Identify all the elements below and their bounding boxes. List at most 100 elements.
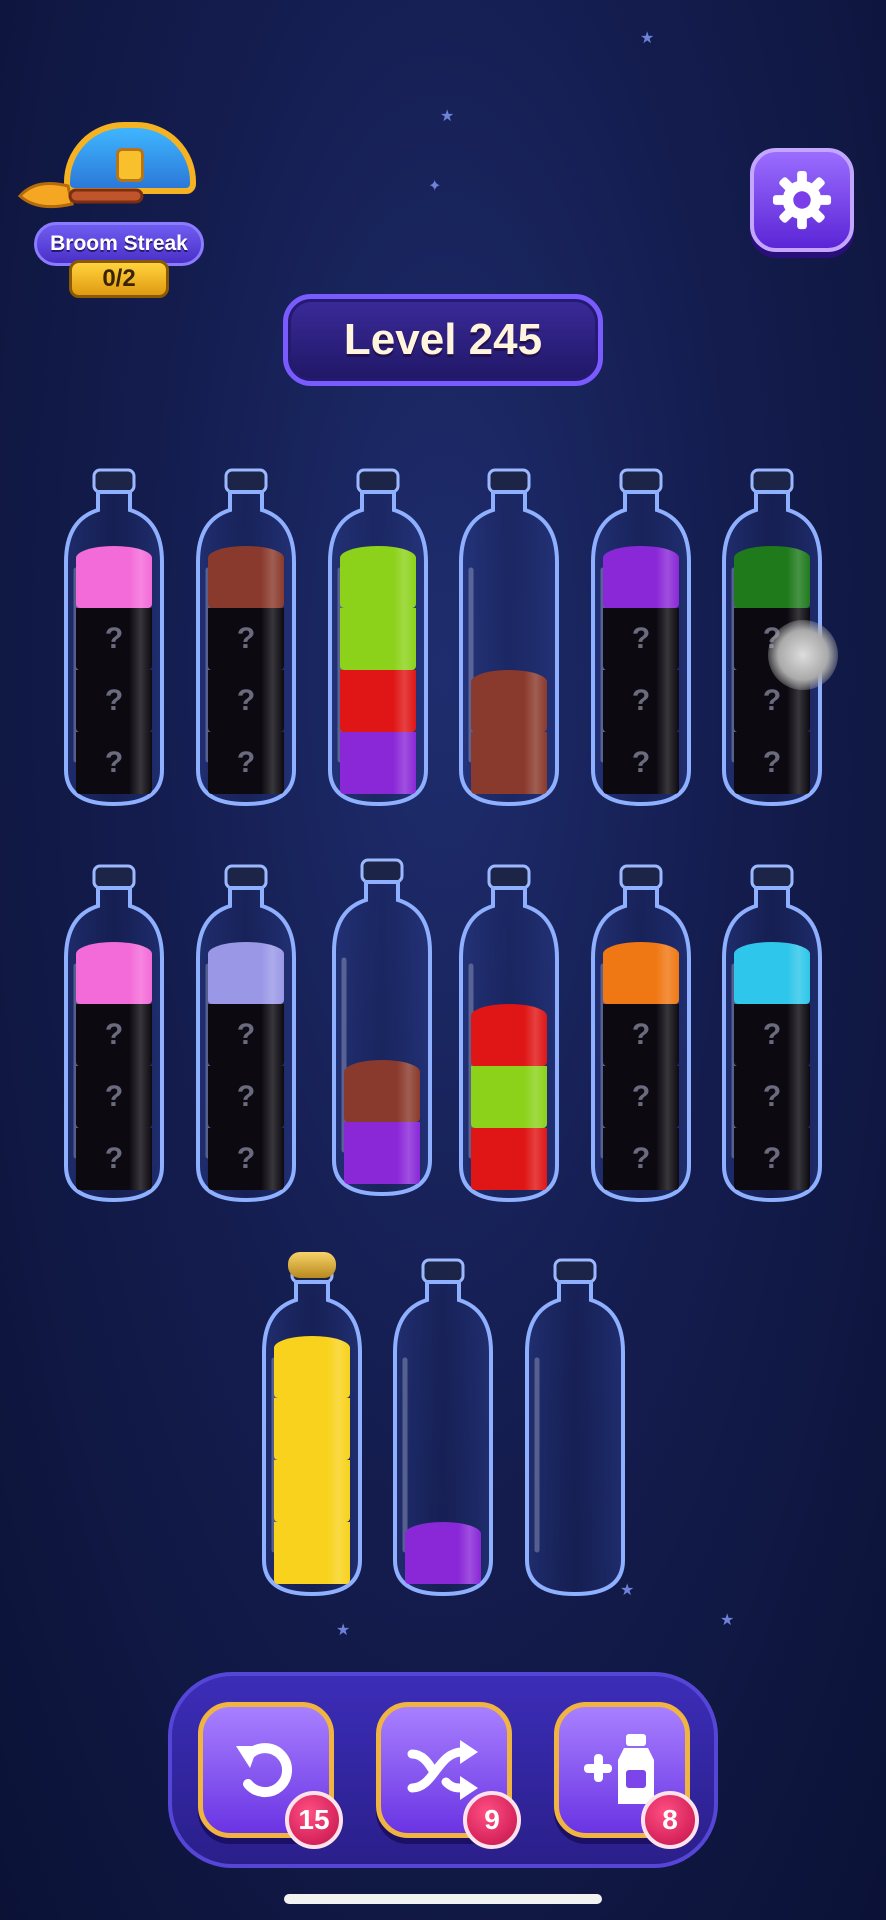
hidden-liquid-segment: ? [603, 732, 679, 794]
liquid-segment-lime [340, 546, 416, 608]
settings-button[interactable] [750, 148, 854, 252]
liquid-stack [405, 1522, 481, 1584]
liquid-segment-brown [471, 732, 547, 794]
hidden-liquid-segment: ? [76, 1128, 152, 1190]
hidden-mark: ? [631, 1018, 651, 1051]
hidden-mark: ? [236, 1080, 256, 1113]
hidden-liquid-segment: ? [603, 1004, 679, 1066]
liquid-stack [471, 1004, 547, 1190]
hidden-liquid-segment: ? [208, 732, 284, 794]
liquid-segment-brown [471, 670, 547, 732]
bottle[interactable]: ??? [60, 468, 168, 810]
star-decoration: ★ [640, 28, 655, 47]
bottle[interactable]: ??? [587, 468, 695, 810]
shuffle-icon [407, 1740, 478, 1800]
hidden-mark: ? [631, 684, 651, 717]
liquid-stack: ??? [208, 546, 284, 794]
hidden-mark: ? [631, 1142, 651, 1175]
star-decoration: ★ [336, 1620, 351, 1639]
bottle[interactable]: ??? [587, 864, 695, 1206]
hidden-liquid-segment: ? [734, 1066, 810, 1128]
hidden-mark: ? [631, 622, 651, 655]
liquid-segment-yellow [274, 1522, 350, 1584]
liquid-segment-pink [76, 942, 152, 1004]
hidden-liquid-segment: ? [734, 732, 810, 794]
hidden-liquid-segment: ? [76, 732, 152, 794]
bottle[interactable] [455, 468, 563, 810]
liquid-stack: ??? [603, 546, 679, 794]
bottle[interactable] [455, 864, 563, 1206]
hidden-liquid-segment: ? [76, 1066, 152, 1128]
bottle[interactable]: ??? [60, 864, 168, 1206]
hidden-mark: ? [104, 622, 124, 655]
liquid-segment-yellow [274, 1336, 350, 1398]
hidden-mark: ? [631, 1080, 651, 1113]
liquid-segment-pink [76, 546, 152, 608]
liquid-segment-brown [208, 546, 284, 608]
liquid-segment-cyan [734, 942, 810, 1004]
hidden-mark: ? [762, 746, 782, 779]
shuffle-button[interactable]: 9 [376, 1702, 521, 1849]
booster-toolbar: 15 9 8 [168, 1672, 718, 1868]
bottle[interactable] [258, 1252, 366, 1600]
hidden-mark: ? [236, 1142, 256, 1175]
bottle-glass [525, 1258, 625, 1597]
liquid-segment-lime [471, 1066, 547, 1128]
liquid-segment-purple [344, 1122, 420, 1184]
broom-streak-label: Broom Streak [50, 232, 188, 255]
bottle[interactable]: ??? [718, 864, 826, 1206]
liquid-stack [340, 546, 416, 794]
hidden-mark: ? [762, 1142, 782, 1175]
hidden-mark: ? [762, 1018, 782, 1051]
bottle[interactable]: ??? [192, 864, 300, 1206]
bottle[interactable] [521, 1258, 629, 1600]
liquid-segment-lavender [208, 942, 284, 1004]
liquid-segment-purple [405, 1522, 481, 1584]
hidden-liquid-segment: ? [603, 1128, 679, 1190]
liquid-stack: ??? [208, 942, 284, 1190]
gear-icon [772, 170, 832, 230]
broom-icon [17, 182, 144, 209]
broom-streak-count: 0/2 [102, 265, 136, 292]
bottle[interactable] [324, 468, 432, 810]
hidden-liquid-segment: ? [603, 1066, 679, 1128]
liquid-segment-brown [344, 1060, 420, 1122]
liquid-segment-red [340, 670, 416, 732]
hidden-mark: ? [631, 746, 651, 779]
bottle[interactable] [328, 858, 436, 1200]
bottle[interactable] [389, 1258, 497, 1600]
hidden-liquid-segment: ? [208, 1066, 284, 1128]
hidden-liquid-segment: ? [208, 608, 284, 670]
liquid-segment-red [471, 1128, 547, 1190]
bottle-cork [288, 1252, 336, 1278]
liquid-stack: ??? [734, 942, 810, 1190]
liquid-stack: ??? [76, 546, 152, 794]
hidden-mark: ? [236, 684, 256, 717]
broom-streak-widget[interactable]: Broom Streak 0/2 [14, 118, 209, 303]
home-indicator[interactable] [284, 1894, 602, 1904]
hidden-mark: ? [104, 1142, 124, 1175]
star-decoration: ✦ [428, 176, 442, 195]
undo-button[interactable]: 15 [198, 1702, 343, 1849]
liquid-segment-red [471, 1004, 547, 1066]
hidden-liquid-segment: ? [76, 670, 152, 732]
level-indicator: Level 245 [283, 294, 603, 386]
hidden-liquid-segment: ? [76, 1004, 152, 1066]
liquid-segment-purple [340, 732, 416, 794]
liquid-stack [344, 1060, 420, 1184]
hidden-mark: ? [236, 622, 256, 655]
liquid-stack: ??? [603, 942, 679, 1190]
bottle[interactable]: ??? [192, 468, 300, 810]
hidden-liquid-segment: ? [208, 1128, 284, 1190]
add-bottle-button[interactable]: 8 [554, 1702, 699, 1849]
hidden-mark: ? [104, 1018, 124, 1051]
undo-count-badge: 15 [285, 1791, 343, 1849]
hidden-liquid-segment: ? [734, 1004, 810, 1066]
hidden-mark: ? [104, 684, 124, 717]
liquid-stack [471, 670, 547, 794]
hidden-liquid-segment: ? [734, 1128, 810, 1190]
liquid-segment-lime [340, 608, 416, 670]
hidden-mark: ? [104, 746, 124, 779]
liquid-stack: ??? [76, 942, 152, 1190]
liquid-stack [274, 1336, 350, 1584]
